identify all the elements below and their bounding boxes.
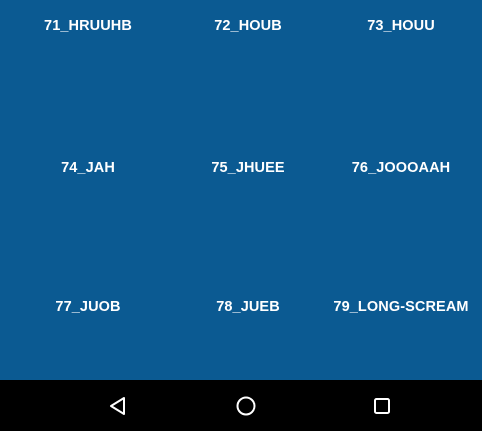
sound-button-77[interactable]: 77_JUOB bbox=[8, 297, 168, 317]
sound-button-75[interactable]: 75_JHUEE bbox=[168, 158, 328, 178]
app-screen: 71_HRUUHB 72_HOUB 73_HOUU 74_JAH 75_JHUE… bbox=[0, 0, 482, 431]
system-navigation-bar bbox=[0, 380, 482, 431]
sound-button-grid: 71_HRUUHB 72_HOUB 73_HOUU 74_JAH 75_JHUE… bbox=[0, 0, 482, 380]
back-triangle-icon bbox=[110, 396, 125, 415]
sound-button-73[interactable]: 73_HOUU bbox=[321, 16, 481, 36]
sound-button-71[interactable]: 71_HRUUHB bbox=[8, 16, 168, 36]
sound-button-78[interactable]: 78_JUEB bbox=[168, 297, 328, 317]
sound-button-74[interactable]: 74_JAH bbox=[8, 158, 168, 178]
sound-button-72[interactable]: 72_HOUB bbox=[168, 16, 328, 36]
back-button[interactable] bbox=[88, 380, 148, 431]
sound-button-76[interactable]: 76_JOOOAAH bbox=[321, 158, 481, 178]
home-circle-icon bbox=[236, 396, 256, 415]
recents-square-icon bbox=[374, 397, 390, 414]
recents-button[interactable] bbox=[352, 380, 412, 431]
sound-button-79[interactable]: 79_LONG-SCREAM bbox=[321, 297, 481, 317]
home-button[interactable] bbox=[216, 380, 276, 431]
